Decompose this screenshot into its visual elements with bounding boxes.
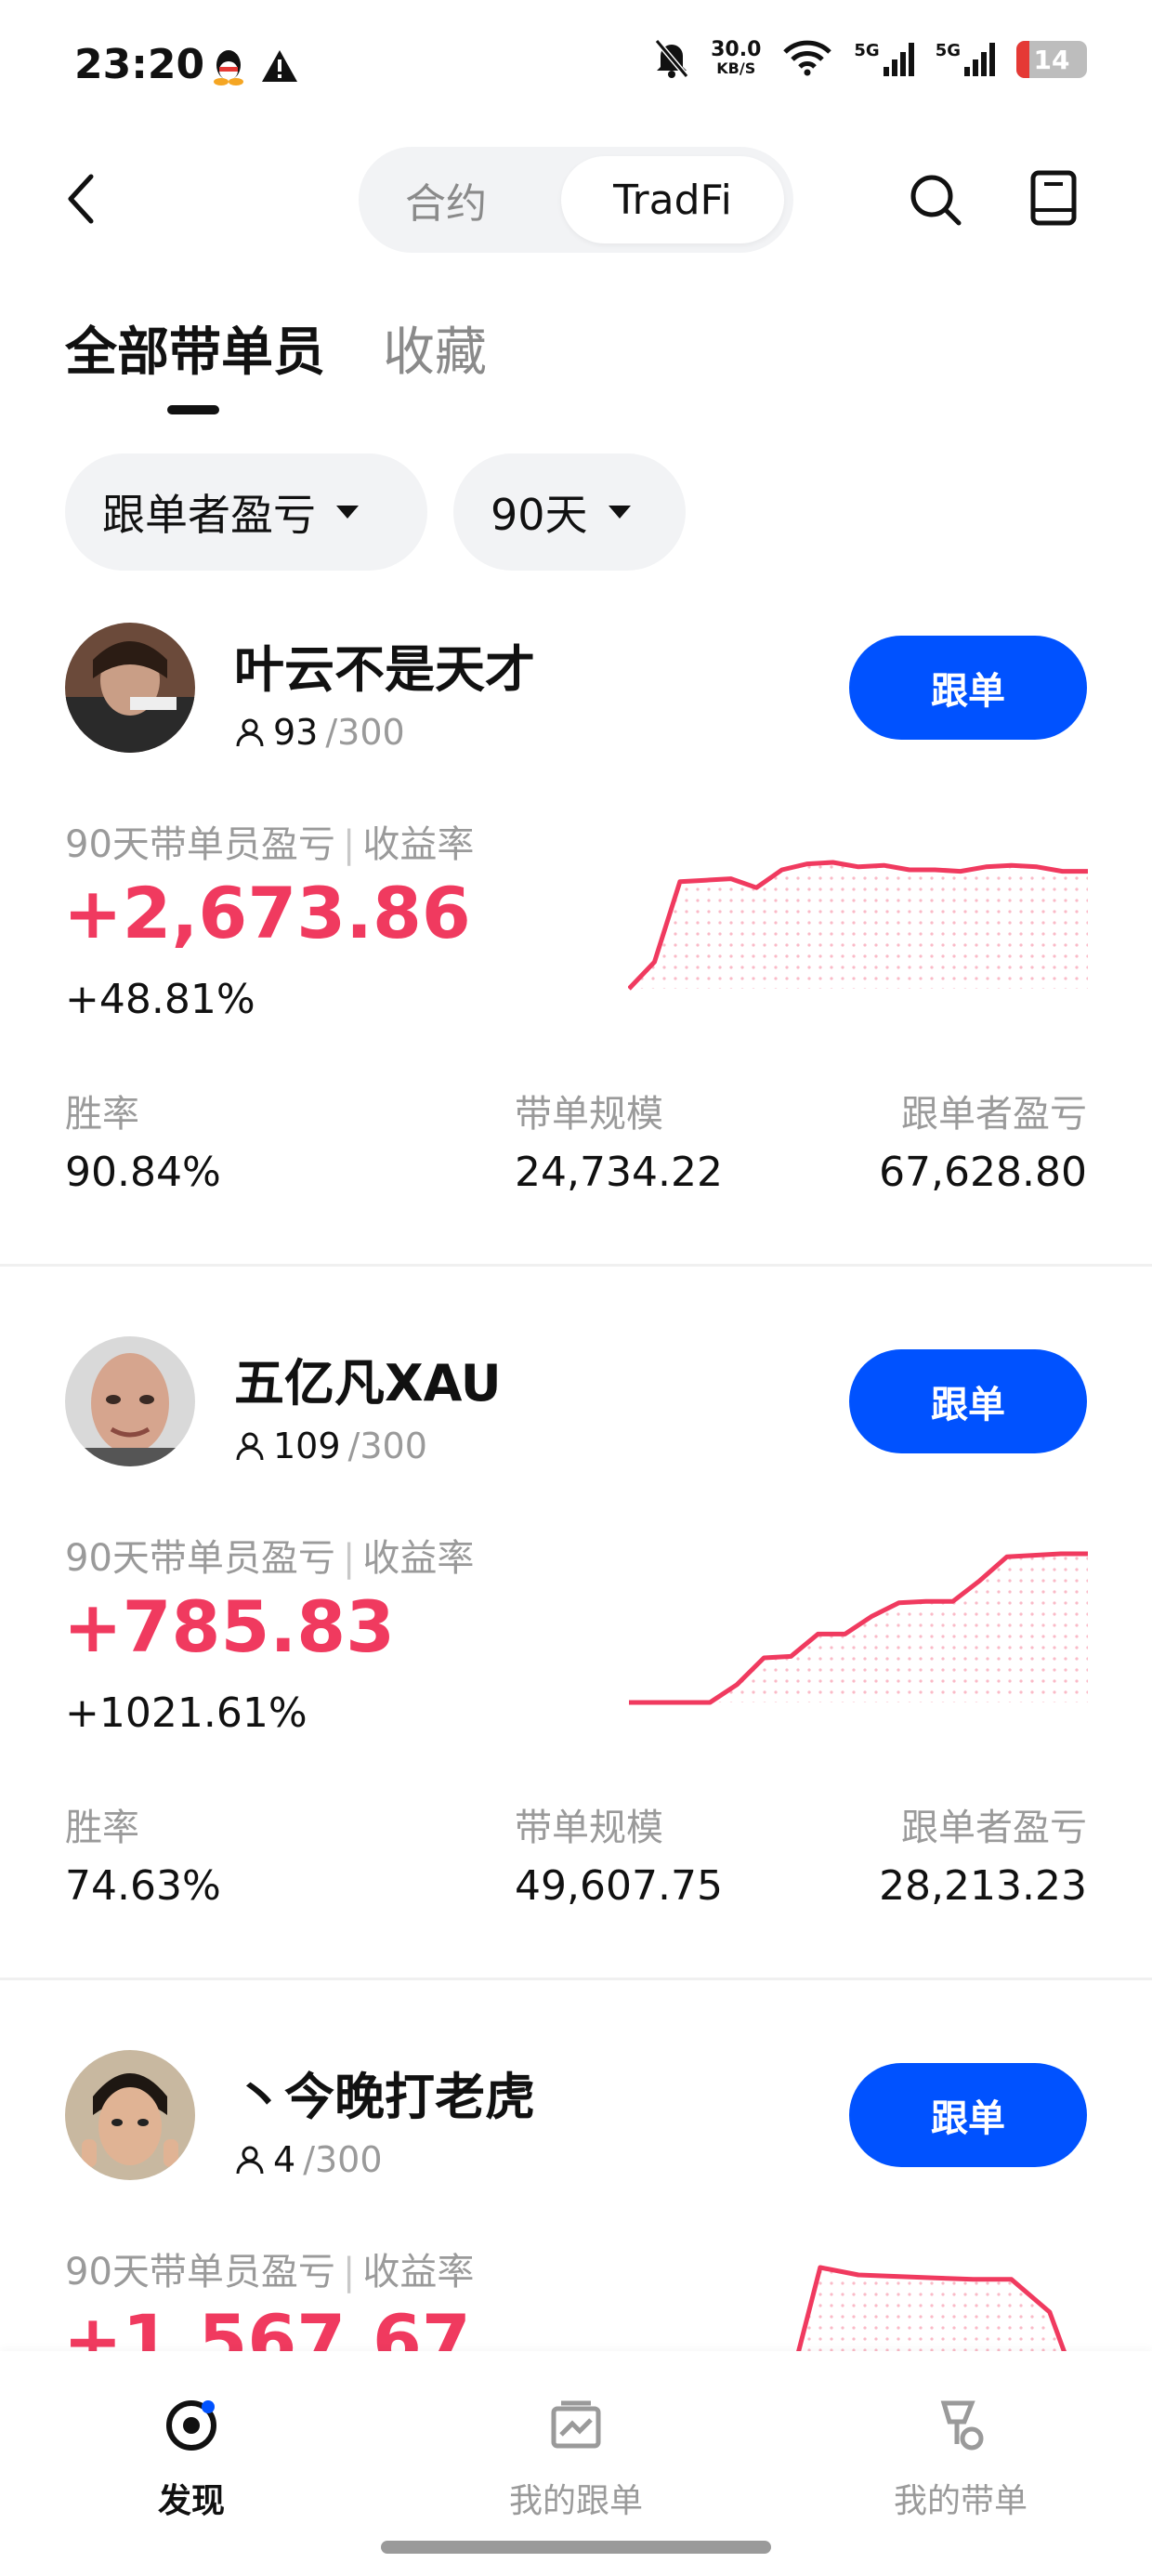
follower-count: 109/300 — [234, 1426, 427, 1466]
trader-pnl: +1,567.67 — [63, 2299, 471, 2351]
metric-label: 90天带单员盈亏 | 收益率 — [65, 1537, 475, 1580]
home-indicator — [381, 2541, 771, 2554]
metric-label: 90天带单员盈亏 | 收益率 — [65, 2251, 475, 2293]
sort-filter[interactable]: 跟单者盈亏 — [65, 453, 427, 571]
battery-indicator: 14 — [1016, 41, 1087, 78]
win-rate-stat: 胜率 90.84% — [65, 1093, 221, 1196]
my-copy-icon — [474, 2388, 678, 2463]
net-speed: 30.0 KB/S — [711, 38, 762, 78]
chevron-down-icon — [336, 506, 359, 519]
status-time: 23:20 — [74, 41, 205, 88]
aum-stat: 带单规模 49,607.75 — [515, 1807, 723, 1910]
search-icon[interactable] — [907, 171, 964, 232]
signal-icon: 5G — [936, 41, 996, 78]
trader-pnl: +785.83 — [63, 1585, 395, 1668]
tab-favorites[interactable]: 收藏 — [383, 310, 487, 386]
win-rate-stat: 胜率 74.63% — [65, 1807, 221, 1910]
qq-icon — [210, 46, 247, 89]
metric-label: 90天带单员盈亏 | 收益率 — [65, 823, 475, 866]
warning-icon — [260, 48, 299, 87]
segment-tradfi[interactable]: TradFi — [561, 156, 784, 243]
tab-indicator — [167, 405, 219, 414]
trader-name: 叶云不是天才 — [234, 640, 535, 699]
guide-book-icon[interactable] — [1028, 169, 1080, 230]
follow-button[interactable]: 跟单 — [849, 636, 1087, 740]
tab-all-traders[interactable]: 全部带单员 — [65, 310, 325, 386]
discover-icon — [89, 2388, 294, 2463]
trader-roi: +1021.61% — [65, 1689, 308, 1737]
back-icon[interactable] — [59, 171, 100, 230]
follower-count: 93/300 — [234, 712, 405, 753]
pnl-sparkline — [796, 2265, 1067, 2351]
period-filter-label: 90天 — [491, 490, 588, 540]
wifi-icon — [781, 39, 833, 80]
trader-pnl: +2,673.86 — [63, 872, 471, 954]
nav-my-lead[interactable]: 我的带单 — [858, 2388, 1063, 2522]
trader-name: 五亿凡XAU — [234, 1354, 502, 1413]
follow-button[interactable]: 跟单 — [849, 2063, 1087, 2167]
period-filter[interactable]: 90天 — [453, 453, 686, 571]
user-icon — [236, 1432, 264, 1461]
aum-stat: 带单规模 24,734.22 — [515, 1093, 723, 1196]
follow-button[interactable]: 跟单 — [849, 1349, 1087, 1453]
sparkline-area — [629, 1554, 1088, 1702]
user-icon — [236, 2146, 264, 2175]
signal-icon: 5G — [854, 41, 914, 78]
chevron-down-icon — [608, 506, 631, 519]
trader-name: 丶今晚打老虎 — [234, 2068, 535, 2126]
user-icon — [236, 718, 264, 747]
pnl-sparkline — [628, 860, 1088, 991]
mute-icon — [653, 37, 690, 82]
sort-filter-label: 跟单者盈亏 — [102, 490, 316, 540]
trader-roi: +48.81% — [65, 976, 255, 1023]
my-lead-icon — [858, 2388, 1063, 2463]
nav-my-copy[interactable]: 我的跟单 — [474, 2388, 678, 2522]
follower-pnl-stat: 跟单者盈亏 28,213.23 — [879, 1807, 1087, 1910]
avatar — [65, 2050, 195, 2180]
segment-contract[interactable]: 合约 — [381, 156, 511, 243]
market-segment-control[interactable]: 合约 TradFi — [359, 147, 793, 253]
avatar — [65, 623, 195, 753]
nav-discover[interactable]: 发现 — [89, 2388, 294, 2522]
follower-count: 4/300 — [234, 2139, 383, 2180]
card-divider — [0, 1264, 1152, 1267]
sparkline-area — [798, 2267, 1065, 2351]
trader-card[interactable]: 叶云不是天才 93/300 跟单 90天带单员盈亏 | 收益率 +2,673.86 … — [0, 623, 1152, 1255]
pnl-sparkline — [629, 1551, 1088, 1705]
card-divider — [0, 1978, 1152, 1980]
follower-pnl-stat: 跟单者盈亏 67,628.80 — [879, 1093, 1087, 1196]
trader-card[interactable]: 五亿凡XAU 109/300 跟单 90天带单员盈亏 | 收益率 +785.83 +… — [0, 1336, 1152, 1968]
trader-tabs: 全部带单员 收藏 — [65, 310, 487, 386]
trader-card[interactable]: 丶今晚打老虎 4/300 跟单 90天带单员盈亏 | 收益率 +1,567.67 — [0, 2050, 1152, 2351]
avatar — [65, 1336, 195, 1466]
